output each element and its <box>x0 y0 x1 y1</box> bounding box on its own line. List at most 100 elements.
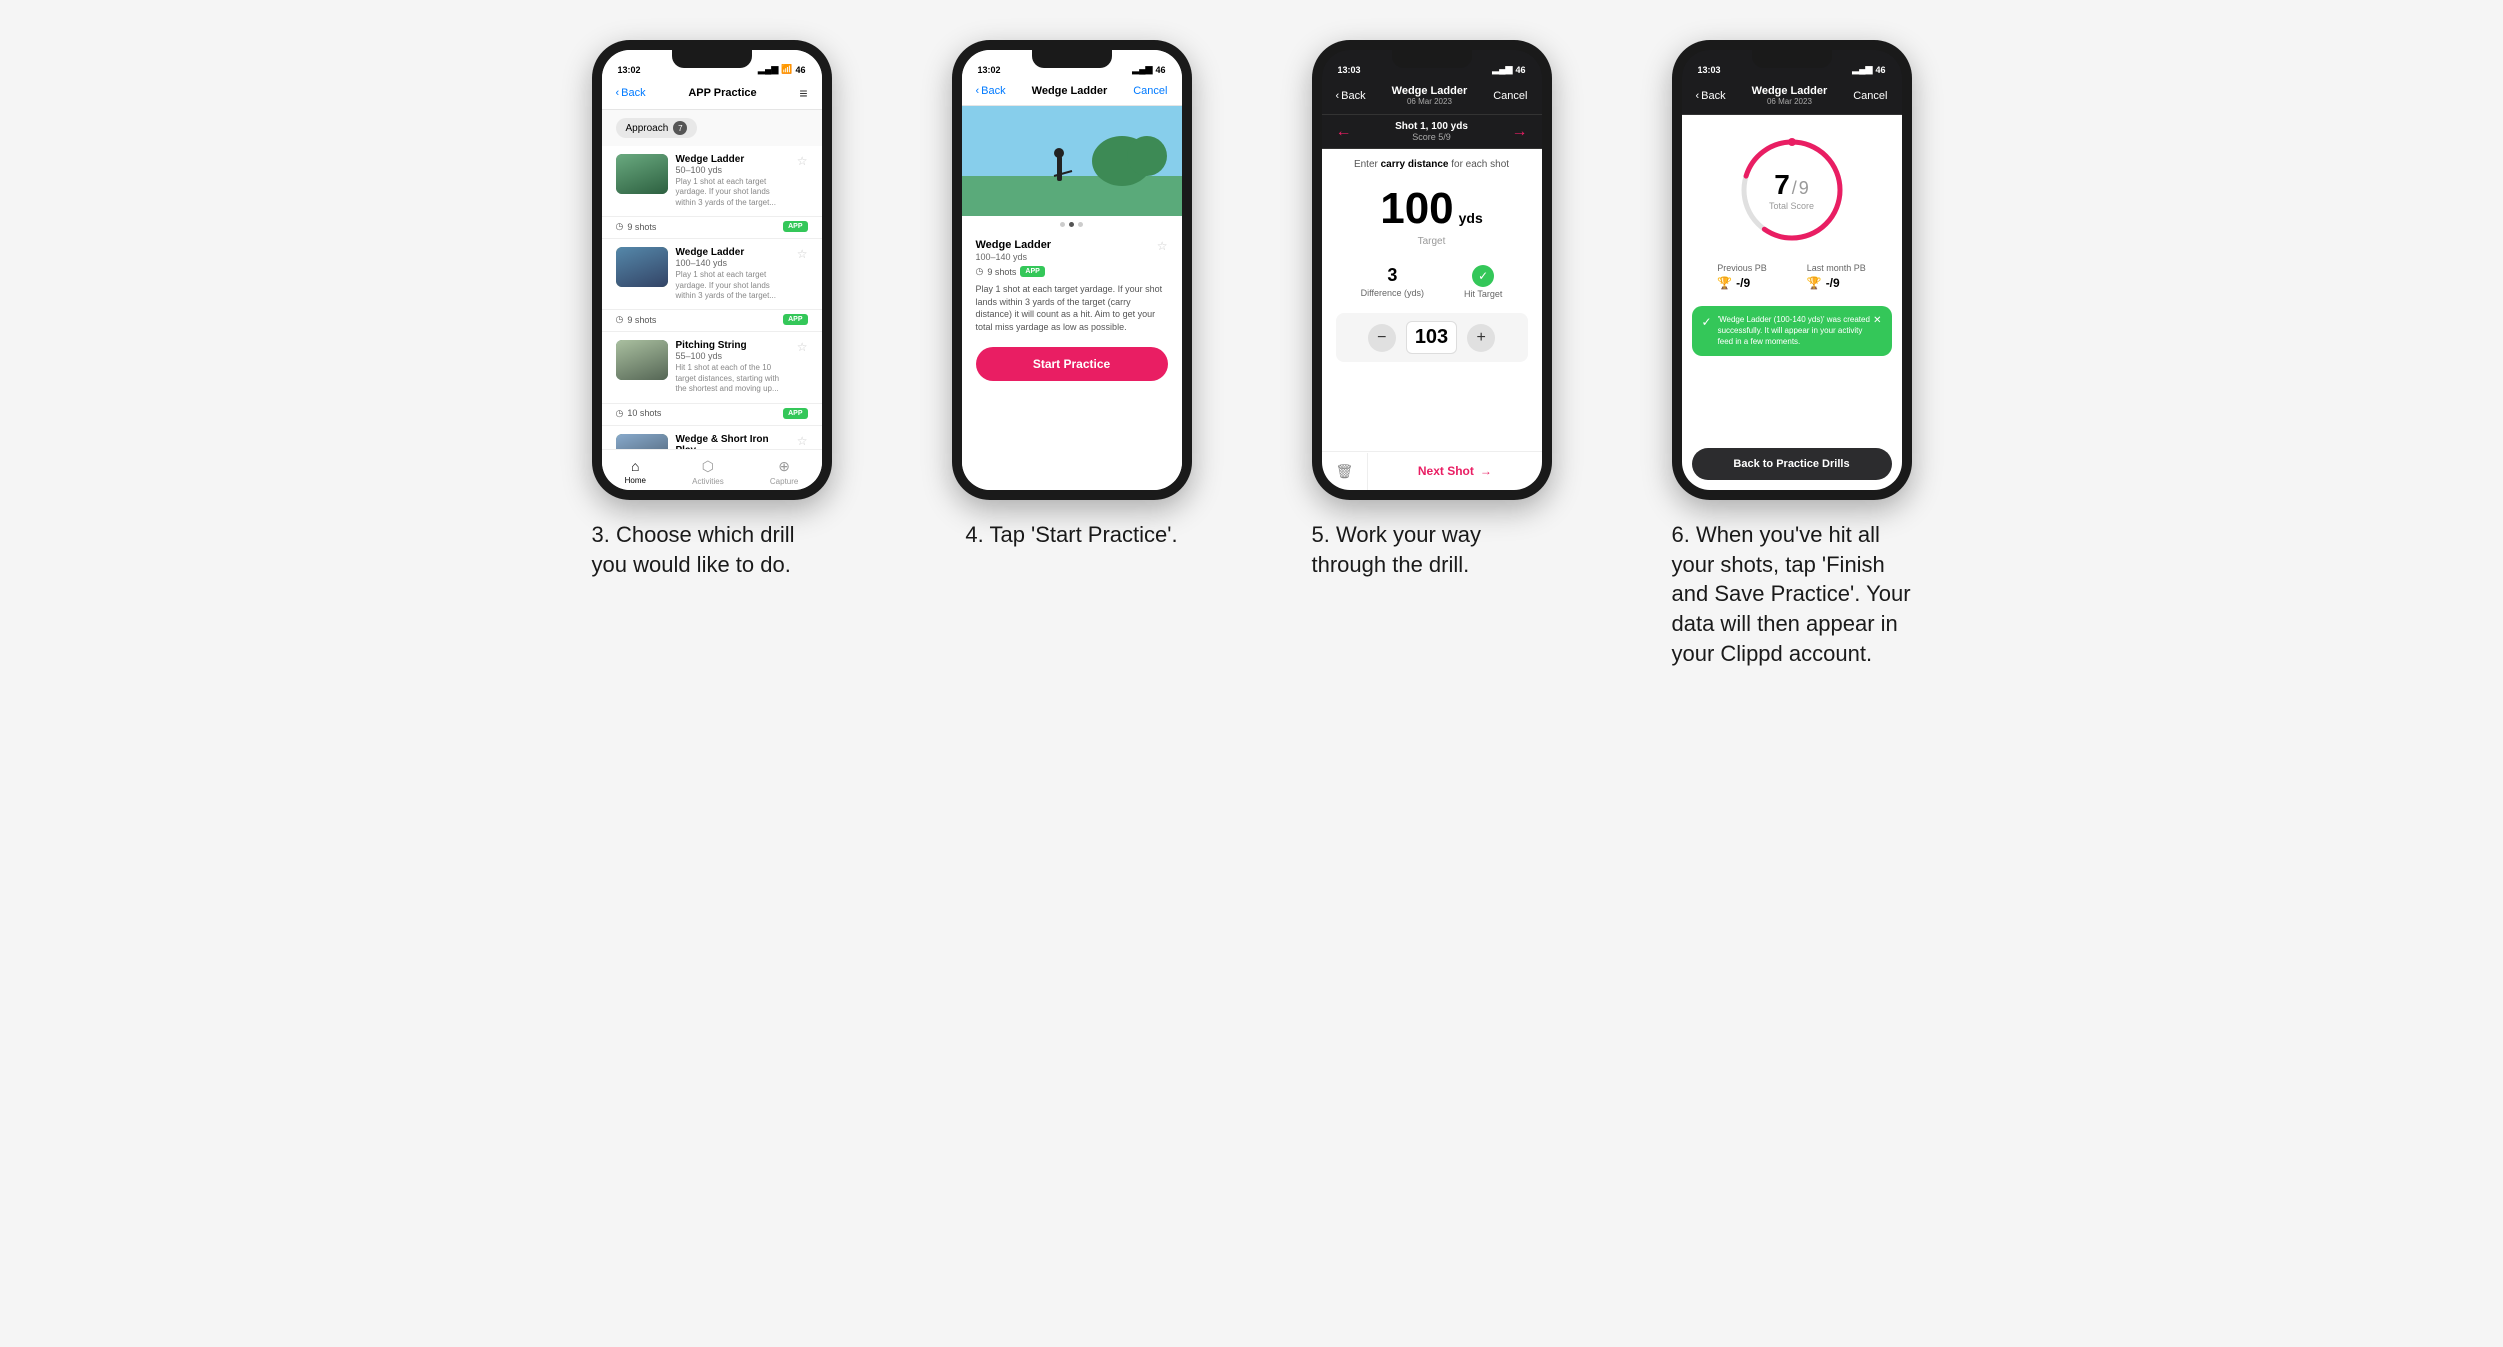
distance-input[interactable]: 103 <box>1406 321 1457 354</box>
nav-bar-2: ‹ Back Wedge Ladder Cancel <box>962 79 1182 106</box>
dot-2 <box>1078 222 1083 227</box>
decrease-button[interactable]: − <box>1368 324 1396 352</box>
back-button-1[interactable]: ‹ Back <box>616 87 646 99</box>
time-3: 13:03 <box>1338 65 1361 75</box>
target-number: 100 <box>1380 184 1453 234</box>
phone-frame-2: 13:02 ▂▄▆ 46 ‹ Back Wedge Ladder Cancel <box>952 40 1192 500</box>
pb-row: Previous PB 🏆 -/9 Last month PB 🏆 -/9 <box>1682 255 1902 298</box>
target-label: Target <box>1330 236 1534 247</box>
category-count: 7 <box>673 121 687 135</box>
drill-range-0: 50–100 yds <box>676 165 789 175</box>
back-button-2[interactable]: ‹ Back <box>976 85 1006 97</box>
signal-icon-2: ▂▄▆ <box>1132 64 1152 75</box>
caption-3: 5. Work your way through the drill. <box>1312 520 1552 579</box>
stat-hit-label: Hit Target <box>1464 289 1502 299</box>
battery-icon-3: 46 <box>1515 65 1525 75</box>
drill-desc-2: Hit 1 shot at each of the 10 target dist… <box>676 363 789 394</box>
phone-notch-2 <box>1032 50 1112 68</box>
drill-info-2: Pitching String 55–100 yds Hit 1 shot at… <box>676 340 789 394</box>
signal-icon-3: ▂▄▆ <box>1492 64 1512 75</box>
increase-button[interactable]: + <box>1467 324 1495 352</box>
drill-thumb-0 <box>616 154 668 194</box>
drill-footer-0: ◷ 9 shots APP <box>602 217 822 239</box>
hit-target-check: ✓ <box>1472 265 1494 287</box>
phone-notch-4 <box>1752 50 1832 68</box>
nav-bar-3: ‹ Back Wedge Ladder 06 Mar 2023 Cancel <box>1322 79 1542 115</box>
nav-activities[interactable]: ⬡ Activities <box>692 458 724 486</box>
next-shot-button[interactable]: Next Shot → <box>1368 452 1541 490</box>
shots-label-0: ◷ 9 shots <box>616 221 657 232</box>
drill-info-1: Wedge Ladder 100–140 yds Play 1 shot at … <box>676 247 789 301</box>
back-button-3[interactable]: ‹ Back <box>1336 90 1366 102</box>
detail-shots: ◷ 9 shots APP <box>976 266 1168 277</box>
nav-title-1: APP Practice <box>688 87 756 99</box>
status-icons-4: ▂▄▆ 46 <box>1852 64 1885 75</box>
score-text-overlay: 7 / 9 Total Score <box>1769 169 1814 211</box>
shot-label: Shot 1, 100 yds <box>1395 121 1468 132</box>
cancel-button-3[interactable]: Cancel <box>1493 90 1527 102</box>
drill-item-0[interactable]: Wedge Ladder 50–100 yds Play 1 shot at e… <box>602 146 822 217</box>
nav-home[interactable]: ⌂ Home <box>625 458 646 486</box>
detail-card: Wedge Ladder 100–140 yds ☆ ◷ 9 shots APP… <box>962 233 1182 337</box>
toast-close-button[interactable]: ✕ <box>1873 314 1881 328</box>
screen4-content: 7 / 9 Total Score Previous PB 🏆 <box>1682 115 1902 490</box>
score-circle-container: 7 / 9 Total Score <box>1682 115 1902 255</box>
drill-name-2: Pitching String <box>676 340 789 351</box>
detail-star: ☆ <box>1157 239 1168 253</box>
drill-footer-1: ◷ 9 shots APP <box>602 310 822 332</box>
drill-item-3[interactable]: Wedge & Short Iron Play 100–140 yds ☆ <box>602 426 822 449</box>
nav-bar-4: ‹ Back Wedge Ladder 06 Mar 2023 Cancel <box>1682 79 1902 115</box>
drill-footer-2: ◷ 10 shots APP <box>602 404 822 426</box>
drill-star-1: ☆ <box>797 247 808 261</box>
battery-icon-4: 46 <box>1875 65 1885 75</box>
stat-hit-target: ✓ Hit Target <box>1464 265 1502 299</box>
drill-star-2: ☆ <box>797 340 808 354</box>
stat-difference-label: Difference (yds) <box>1361 288 1424 298</box>
target-display: 100 yds Target <box>1322 176 1542 255</box>
drill-item-2[interactable]: Pitching String 55–100 yds Hit 1 shot at… <box>602 332 822 403</box>
battery-icon: 46 <box>795 65 805 75</box>
cancel-button-2[interactable]: Cancel <box>1133 85 1167 97</box>
pb-last-month-label: Last month PB <box>1807 263 1866 273</box>
bottom-nav-1: ⌂ Home ⬡ Activities ⊕ Capture <box>602 449 822 490</box>
back-to-drills-button[interactable]: Back to Practice Drills <box>1692 448 1892 480</box>
start-practice-button[interactable]: Start Practice <box>976 347 1168 381</box>
drill-thumb-3 <box>616 434 668 449</box>
pb-previous-label: Previous PB <box>1717 263 1767 273</box>
drill-name-3: Wedge & Short Iron Play <box>676 434 789 449</box>
pb-previous: Previous PB 🏆 -/9 <box>1717 263 1767 290</box>
golf-scene <box>962 106 1182 216</box>
drill-item-1[interactable]: Wedge Ladder 100–140 yds Play 1 shot at … <box>602 239 822 310</box>
phone-notch-3 <box>1392 50 1472 68</box>
app-badge-2: APP <box>783 408 807 419</box>
category-label: Approach <box>626 123 669 134</box>
nav-capture[interactable]: ⊕ Capture <box>770 458 798 486</box>
app-badge-0: APP <box>783 221 807 232</box>
status-icons-1: ▂▄▆ 📶 46 <box>758 64 805 75</box>
stat-difference: 3 Difference (yds) <box>1361 265 1424 299</box>
drill-range-1: 100–140 yds <box>676 258 789 268</box>
drill-desc-1: Play 1 shot at each target yardage. If y… <box>676 270 789 301</box>
phone-frame-3: 13:03 ▂▄▆ 46 ‹ Back Wedge Ladder 06 Mar … <box>1312 40 1552 500</box>
detail-badge: APP <box>1020 266 1044 277</box>
nav-title-3: Wedge Ladder 06 Mar 2023 <box>1392 85 1468 106</box>
drill-info-0: Wedge Ladder 50–100 yds Play 1 shot at e… <box>676 154 789 208</box>
drill-star-0: ☆ <box>797 154 808 168</box>
activities-icon: ⬡ <box>702 458 714 475</box>
stat-difference-value: 3 <box>1361 265 1424 286</box>
page-container: 13:02 ▂▄▆ 📶 46 ‹ Back APP Practice ≡ <box>552 40 1952 668</box>
capture-icon: ⊕ <box>778 458 790 475</box>
trophy-icon-1: 🏆 <box>1717 276 1732 290</box>
shot-score: Score 5/9 <box>1395 132 1468 142</box>
prev-shot-button[interactable]: ← <box>1336 123 1352 141</box>
next-shot-nav-button[interactable]: → <box>1512 123 1528 141</box>
shot-info-center: Shot 1, 100 yds Score 5/9 <box>1395 121 1468 142</box>
menu-icon-1[interactable]: ≡ <box>799 85 807 101</box>
drill-name-1: Wedge Ladder <box>676 247 789 258</box>
delete-button[interactable]: 🗑 <box>1322 453 1369 490</box>
detail-name-section: Wedge Ladder 100–140 yds <box>976 239 1052 262</box>
cancel-button-4[interactable]: Cancel <box>1853 90 1887 102</box>
shots-label-1: ◷ 9 shots <box>616 314 657 325</box>
back-button-4[interactable]: ‹ Back <box>1696 90 1726 102</box>
dot-1 <box>1069 222 1074 227</box>
